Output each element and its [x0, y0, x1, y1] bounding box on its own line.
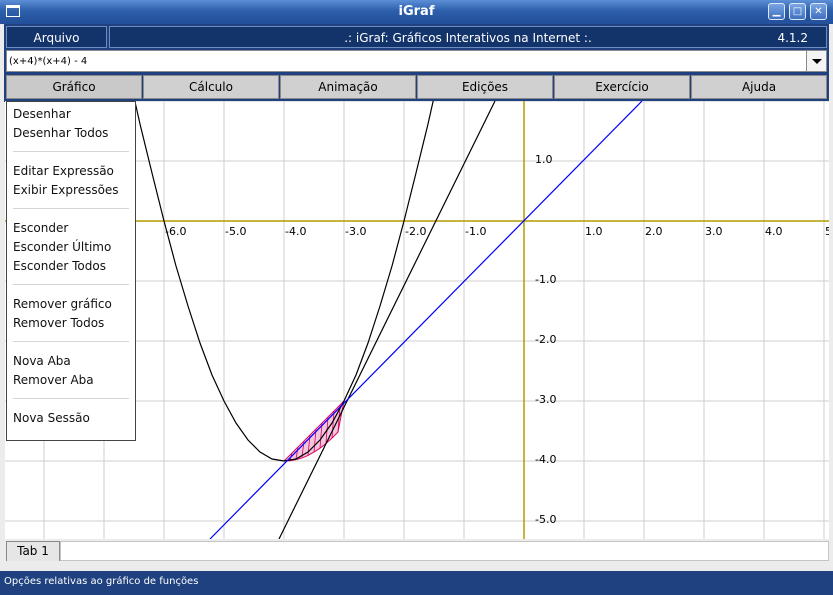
close-icon[interactable]: ✕: [810, 3, 827, 20]
expression-input[interactable]: [9, 53, 799, 69]
tab-animacao[interactable]: Animação: [280, 75, 416, 99]
menu-separator: [13, 151, 129, 152]
tangent-line: [278, 101, 496, 539]
y-tick-labels: 1.0 -1.0 -2.0 -3.0 -4.0 -5.0: [535, 153, 556, 526]
menu-separator: [13, 398, 129, 399]
menu-item-editar-expressao[interactable]: Editar Expressão: [13, 164, 114, 178]
tab-edicoes[interactable]: Edições: [417, 75, 553, 99]
menu-item-remover-aba[interactable]: Remover Aba: [13, 373, 94, 387]
menu-separator: [13, 341, 129, 342]
x-tick: 2.0: [645, 225, 663, 238]
menu-item-desenhar-todos[interactable]: Desenhar Todos: [13, 126, 108, 140]
tab-grafico[interactable]: Gráfico: [6, 75, 142, 99]
menu-item-remover-grafico[interactable]: Remover gráfico: [13, 297, 112, 311]
window-titlebar: iGraf ▁ □ ✕: [0, 0, 833, 24]
expression-combo[interactable]: [6, 50, 827, 72]
x-tick: -2.0: [405, 225, 426, 238]
x-tick: -3.0: [345, 225, 366, 238]
x-tick: -5.0: [225, 225, 246, 238]
identity-line: [209, 101, 643, 539]
y-tick: -5.0: [535, 513, 556, 526]
menu-item-desenhar[interactable]: Desenhar: [13, 107, 71, 121]
menu-item-nova-aba[interactable]: Nova Aba: [13, 354, 71, 368]
x-tick: -4.0: [285, 225, 306, 238]
y-tick: 1.0: [535, 153, 553, 166]
grid-vertical: [43, 101, 825, 539]
x-tick: 1.0: [585, 225, 603, 238]
menu-item-nova-sessao[interactable]: Nova Sessão: [13, 411, 90, 425]
banner-title: .: iGraf: Gráficos Interativos na Intern…: [344, 31, 592, 45]
y-tick: -2.0: [535, 333, 556, 346]
arquivo-menu[interactable]: Arquivo: [6, 26, 107, 48]
x-tick: 4.0: [765, 225, 783, 238]
y-tick: -3.0: [535, 393, 556, 406]
main-tabs: Gráfico Cálculo Animação Edições Exercíc…: [6, 75, 827, 99]
x-tick-labels: -6.0 -5.0 -4.0 -3.0 -2.0 -1.0 1.0 2.0 3.…: [165, 225, 829, 238]
session-tabs: Tab 1: [0, 539, 833, 563]
window-title: iGraf: [398, 4, 435, 19]
tab-1[interactable]: Tab 1: [6, 541, 60, 561]
y-tick: -4.0: [535, 453, 556, 466]
top-bar: Arquivo .: iGraf: Gráficos Interativos n…: [6, 26, 827, 48]
y-tick: -1.0: [535, 273, 556, 286]
grafico-dropdown-menu: Desenhar Desenhar Todos Editar Expressão…: [6, 101, 136, 441]
status-bar: Opções relativas ao gráfico de funções: [0, 571, 833, 595]
app-banner: .: iGraf: Gráficos Interativos na Intern…: [109, 26, 827, 48]
tab-ajuda[interactable]: Ajuda: [691, 75, 827, 99]
tab-exercicio[interactable]: Exercício: [554, 75, 690, 99]
menu-separator: [13, 284, 129, 285]
menu-item-esconder[interactable]: Esconder: [13, 221, 68, 235]
minimize-icon[interactable]: ▁: [768, 3, 785, 20]
menu-item-remover-todos[interactable]: Remover Todos: [13, 316, 104, 330]
x-tick: 3.0: [705, 225, 723, 238]
version-label: 4.1.2: [777, 31, 808, 45]
tab-strip-fill: [60, 541, 829, 561]
menu-item-exibir-expressoes[interactable]: Exibir Expressões: [13, 183, 119, 197]
x-tick: -1.0: [465, 225, 486, 238]
menu-item-esconder-todos[interactable]: Esconder Todos: [13, 259, 106, 273]
menu-item-esconder-ultimo[interactable]: Esconder Último: [13, 240, 111, 254]
menu-separator: [13, 208, 129, 209]
maximize-icon[interactable]: □: [789, 3, 806, 20]
x-tick: 5: [825, 225, 829, 238]
chevron-down-icon[interactable]: [806, 51, 826, 71]
tab-calculo[interactable]: Cálculo: [143, 75, 279, 99]
